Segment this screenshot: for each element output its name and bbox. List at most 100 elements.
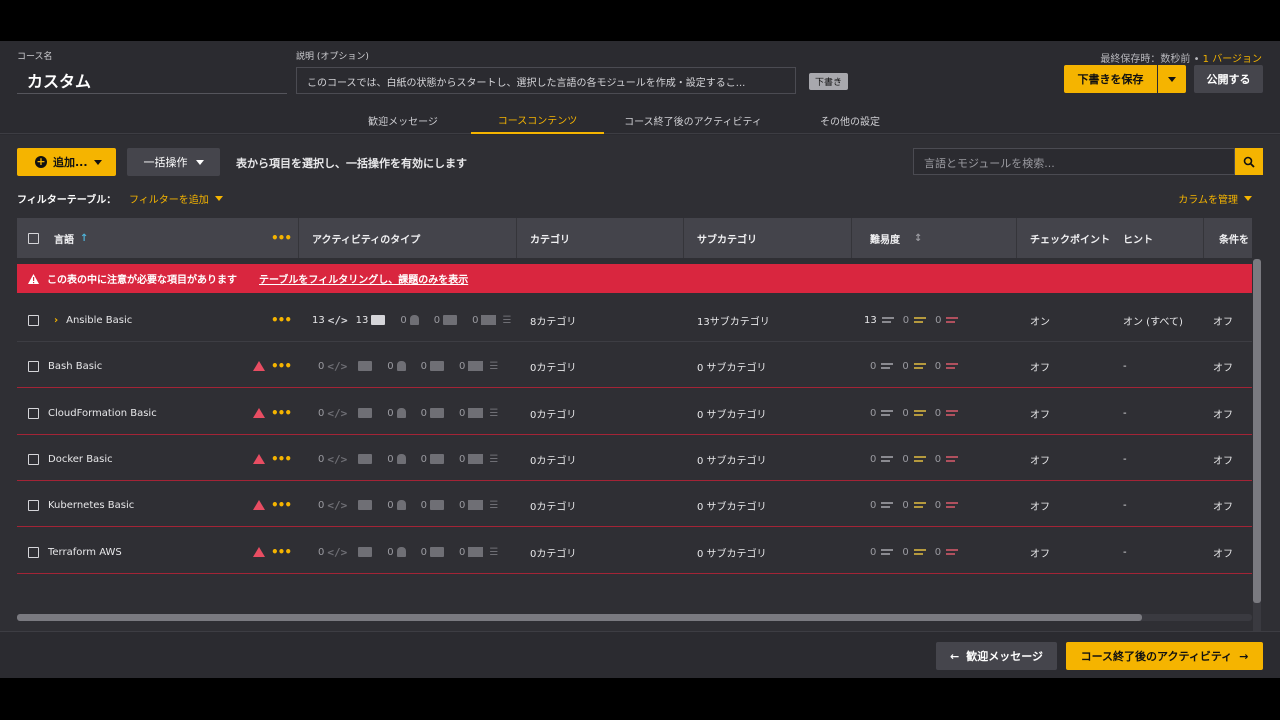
code-count: 0: [318, 499, 325, 511]
row-language: Terraform AWS: [48, 530, 122, 574]
row-menu-button[interactable]: •••: [271, 344, 292, 388]
version-link[interactable]: 1 バージョン: [1203, 54, 1262, 65]
description-label: 説明 (オプション): [296, 52, 369, 62]
search-input[interactable]: 言語とモジュールを検索...: [913, 148, 1235, 175]
card-icon: [430, 408, 444, 418]
card-count: 0: [420, 453, 427, 465]
row-menu-button[interactable]: •••: [271, 483, 292, 527]
publish-button[interactable]: 公開する: [1194, 65, 1263, 93]
video-icon: [358, 361, 373, 371]
video-icon: [358, 408, 373, 418]
filter-issues-link[interactable]: テーブルをフィルタリングし、課題のみを表示: [259, 271, 468, 286]
save-draft-dropdown-button[interactable]: [1158, 65, 1186, 93]
bell-icon: [396, 500, 406, 510]
table-row[interactable]: Bash Basic ••• 0 </> 0 0 0 ☰ 0カテゴリ 0 サブカ…: [17, 344, 1252, 388]
table-row[interactable]: › Ansible Basic ••• 13 </> 13 0 0 0 ☰ 8カ…: [17, 298, 1252, 342]
category-cell: 0カテゴリ: [530, 501, 577, 513]
row-warning: [253, 391, 265, 435]
manage-columns-button[interactable]: カラムを管理: [1178, 191, 1252, 206]
language-name[interactable]: Terraform AWS: [48, 547, 122, 558]
warning-icon: [253, 408, 265, 418]
horizontal-scrollbar[interactable]: [17, 614, 1252, 621]
row-checkbox[interactable]: [28, 391, 39, 435]
language-name[interactable]: Docker Basic: [48, 454, 113, 465]
table-row[interactable]: Docker Basic ••• 0 </> 0 0 0 ☰ 0カテゴリ 0 サ…: [17, 437, 1252, 481]
tab-welcome[interactable]: 歓迎メッセージ: [338, 107, 468, 134]
add-button[interactable]: + 追加...: [17, 148, 116, 176]
code-icon: </>: [327, 452, 348, 466]
column-menu-button[interactable]: •••: [271, 218, 292, 258]
notification-count: 0: [387, 453, 394, 465]
language-name[interactable]: Ansible Basic: [66, 315, 132, 326]
search-button[interactable]: [1235, 148, 1263, 175]
category-cell: 0カテゴリ: [530, 362, 577, 374]
add-filter-button[interactable]: フィルターを追加: [129, 191, 223, 206]
vertical-scrollbar-thumb[interactable]: [1253, 259, 1261, 603]
row-checkbox[interactable]: [28, 576, 39, 584]
tab-post-course-activity[interactable]: コース終了後のアクティビティ: [608, 107, 778, 134]
video-icon: [358, 454, 373, 464]
language-name[interactable]: Bash Basic: [48, 361, 102, 372]
table-row[interactable]: CloudFormation Basic ••• 0 </> 0 0 0 ☰ 0…: [17, 391, 1252, 435]
column-checkpoint[interactable]: チェックポイント: [1030, 218, 1110, 258]
tab-other-settings[interactable]: その他の設定: [790, 107, 910, 134]
row-warning: [253, 344, 265, 388]
chevron-down-icon: [214, 196, 223, 201]
difficulty-easy-count: 0: [870, 453, 877, 465]
column-condition[interactable]: 条件を: [1219, 218, 1249, 258]
column-hint[interactable]: ヒント: [1123, 218, 1153, 258]
table-row[interactable]: Terraform AWS ••• 0 </> 0 0 0 ☰ 0カテゴリ 0 …: [17, 530, 1252, 574]
book-count: 0: [459, 453, 466, 465]
checkpoint-cell: オフ: [1030, 501, 1050, 513]
notification-count: 0: [400, 314, 407, 326]
row-menu-button[interactable]: •••: [271, 391, 292, 435]
difficulty-cell: 0 0 0: [870, 530, 967, 574]
book-icon: [468, 361, 484, 371]
language-name[interactable]: Kubernetes Basic: [48, 500, 134, 511]
row-checkbox[interactable]: [28, 344, 39, 388]
subcategory-cell: 0 サブカテゴリ: [697, 362, 767, 374]
column-difficulty[interactable]: 難易度 ↕: [870, 218, 922, 258]
row-menu-button[interactable]: •••: [271, 437, 292, 481]
row-menu-button[interactable]: •••: [271, 298, 292, 342]
column-subcategory[interactable]: サブカテゴリ: [697, 218, 757, 258]
next-post-course-button[interactable]: コース終了後のアクティビティ →: [1066, 642, 1263, 670]
course-name-field[interactable]: カスタム: [17, 64, 287, 94]
description-field[interactable]: このコースでは、白紙の状態からスタートし、選択した言語の各モジュールを作成・設定…: [296, 67, 796, 94]
tab-course-content[interactable]: コースコンテンツ: [471, 107, 604, 134]
row-checkbox[interactable]: [28, 483, 39, 527]
row-checkbox[interactable]: [28, 530, 39, 574]
select-all-checkbox[interactable]: [28, 218, 39, 258]
difficulty-hard-count: 0: [934, 499, 942, 511]
chevron-right-icon[interactable]: ›: [54, 315, 58, 326]
bulk-actions-button[interactable]: 一括操作: [127, 148, 220, 176]
notification-count: 0: [387, 546, 394, 558]
row-checkbox[interactable]: [28, 298, 39, 342]
back-welcome-button[interactable]: ← 歓迎メッセージ: [936, 642, 1057, 670]
language-name[interactable]: CloudFormation Basic: [48, 408, 157, 419]
column-divider: [298, 218, 299, 258]
row-checkbox[interactable]: [28, 437, 39, 481]
table-row[interactable]: Kubernetes Basic ••• 0 </> 0 0 0 ☰ 0カテゴリ…: [17, 483, 1252, 527]
sort-ascending-icon: ↑: [80, 232, 89, 244]
code-icon: </>: [327, 313, 348, 327]
add-button-label: 追加...: [53, 156, 88, 169]
bulk-actions-label: 一括操作: [143, 156, 188, 169]
row-menu-button[interactable]: •••: [271, 530, 292, 574]
difficulty-hard-count: 0: [935, 314, 942, 326]
table-row[interactable]: Terraform Azure ••• 0 </> 0 0 0 ☰ 0カテゴリ …: [17, 576, 1252, 584]
save-draft-button[interactable]: 下書きを保存: [1064, 65, 1157, 93]
column-category[interactable]: カテゴリ: [530, 218, 570, 258]
hint-cell: -: [1123, 546, 1127, 558]
vertical-scrollbar[interactable]: [1253, 259, 1261, 649]
table-header: 言語 ↑ ••• アクティビティのタイプ カテゴリ サブカテゴリ 難易度 ↕ チ…: [17, 218, 1252, 258]
column-language[interactable]: 言語 ↑: [54, 218, 88, 258]
row-menu-button[interactable]: •••: [271, 576, 291, 584]
saved-separator: •: [1193, 54, 1200, 65]
subcategory-cell: 0 サブカテゴリ: [697, 455, 767, 467]
horizontal-scrollbar-thumb[interactable]: [17, 614, 1142, 621]
card-count: 0: [420, 546, 427, 558]
bell-icon: [396, 408, 406, 418]
condition-cell: オフ: [1213, 501, 1233, 513]
column-activity-type[interactable]: アクティビティのタイプ: [312, 218, 420, 258]
